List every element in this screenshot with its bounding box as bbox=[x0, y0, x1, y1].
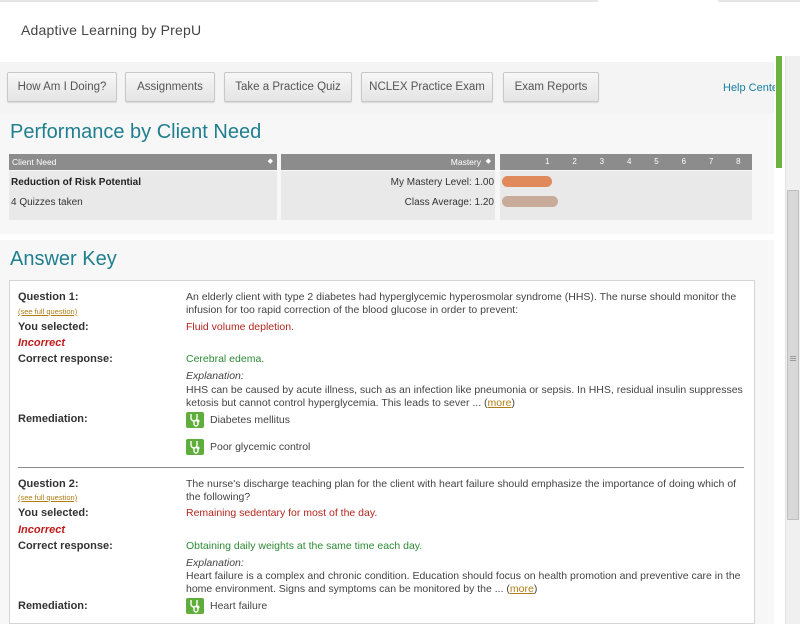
remediation-text: Poor glycemic control bbox=[210, 441, 311, 453]
you-selected-label: You selected: bbox=[18, 507, 89, 519]
mastery-scale: 1 2 3 4 5 6 7 8 bbox=[500, 154, 752, 170]
header-mastery[interactable]: Mastery ◆ bbox=[281, 154, 495, 170]
nav-bar: How Am I Doing? Assignments Take a Pract… bbox=[0, 62, 774, 114]
explanation-label: Explanation: bbox=[186, 370, 244, 382]
question-1-text: An elderly client with type 2 diabetes h… bbox=[186, 291, 737, 316]
question-1-label: Question 1: bbox=[18, 291, 79, 303]
scale-tick: 2 bbox=[572, 157, 577, 166]
more-link[interactable]: more bbox=[488, 397, 512, 409]
correct-response-label: Correct response: bbox=[18, 353, 113, 365]
stethoscope-icon bbox=[186, 598, 204, 615]
mastery-bar bbox=[502, 176, 552, 187]
scale-tick: 4 bbox=[626, 157, 632, 166]
remediation-item[interactable]: Diabetes mellitus bbox=[186, 412, 290, 429]
question-1-explanation: HHS can be caused by acute illness, such… bbox=[186, 384, 743, 409]
scale-tick: 5 bbox=[654, 157, 659, 166]
question-divider bbox=[18, 467, 744, 468]
my-mastery-level: My Mastery Level: 1.00 bbox=[390, 177, 494, 188]
quizzes-taken: 4 Quizzes taken bbox=[11, 197, 83, 208]
see-full-question-1[interactable]: (see full question) bbox=[18, 307, 77, 316]
scale-tick: 7 bbox=[708, 157, 714, 166]
scrollbar-thumb[interactable] bbox=[787, 190, 799, 520]
class-average: Class Average: 1.20 bbox=[404, 197, 494, 208]
more-link[interactable]: more bbox=[510, 583, 534, 595]
nav-how-am-i-doing[interactable]: How Am I Doing? bbox=[7, 72, 117, 102]
remediation-text: Diabetes mellitus bbox=[210, 414, 290, 426]
question-1-correct: Cerebral edema. bbox=[186, 353, 265, 365]
question-2-explanation: Heart failure is a complex and chronic c… bbox=[186, 570, 741, 595]
nav-practice-quiz[interactable]: Take a Practice Quiz bbox=[224, 72, 352, 102]
progress-indicator bbox=[776, 56, 782, 168]
question-2-selected: Remaining sedentary for most of the day. bbox=[186, 507, 378, 519]
nav-exam-reports[interactable]: Exam Reports bbox=[503, 72, 599, 102]
header-mastery-label: Mastery bbox=[450, 157, 481, 167]
question-2-text: The nurse's discharge teaching plan for … bbox=[186, 478, 737, 503]
sort-icon[interactable]: ◆ bbox=[486, 154, 491, 170]
question-2-correct: Obtaining daily weights at the same time… bbox=[186, 540, 423, 552]
scale-tick: 1 bbox=[545, 157, 550, 166]
scale-tick: 8 bbox=[736, 157, 741, 166]
stethoscope-icon bbox=[186, 439, 204, 456]
question-1-selected: Fluid volume depletion. bbox=[186, 321, 294, 333]
scale-tick: 6 bbox=[681, 157, 687, 166]
header-client-need-label: Client Need bbox=[12, 157, 57, 167]
top-strip bbox=[0, 0, 800, 2]
scrollbar-grip-icon bbox=[790, 356, 796, 357]
incorrect-badge: Incorrect bbox=[18, 337, 66, 349]
nav-assignments[interactable]: Assignments bbox=[125, 72, 215, 102]
nav-nclex-exam[interactable]: NCLEX Practice Exam bbox=[361, 72, 493, 102]
explanation-text: HHS can be caused by acute illness, such… bbox=[186, 384, 743, 409]
correct-response-label: Correct response: bbox=[18, 540, 113, 552]
remediation-label: Remediation: bbox=[18, 600, 88, 612]
sort-icon[interactable]: ◆ bbox=[268, 154, 273, 170]
remediation-item[interactable]: Heart failure bbox=[186, 598, 268, 615]
answer-key-title: Answer Key bbox=[10, 248, 117, 270]
see-full-question-2[interactable]: (see full question) bbox=[18, 493, 77, 502]
remediation-text: Heart failure bbox=[210, 600, 268, 612]
explanation-text: Heart failure is a complex and chronic c… bbox=[186, 570, 741, 595]
incorrect-badge: Incorrect bbox=[18, 524, 66, 536]
stethoscope-icon bbox=[186, 412, 204, 429]
explanation-label: Explanation: bbox=[186, 557, 244, 569]
remediation-item[interactable]: Poor glycemic control bbox=[186, 439, 311, 456]
performance-title: Performance by Client Need bbox=[10, 121, 262, 143]
question-2-label: Question 2: bbox=[18, 478, 79, 490]
client-need-name: Reduction of Risk Potential bbox=[11, 177, 142, 188]
scale-tick: 3 bbox=[599, 157, 605, 166]
help-center-link[interactable]: Help Center bbox=[723, 82, 775, 94]
remediation-label: Remediation: bbox=[18, 413, 88, 425]
app-title: Adaptive Learning by PrepU bbox=[21, 22, 202, 38]
mastery-bar bbox=[502, 196, 558, 207]
header-client-need[interactable]: Client Need ◆ bbox=[9, 154, 277, 170]
you-selected-label: You selected: bbox=[18, 321, 89, 333]
